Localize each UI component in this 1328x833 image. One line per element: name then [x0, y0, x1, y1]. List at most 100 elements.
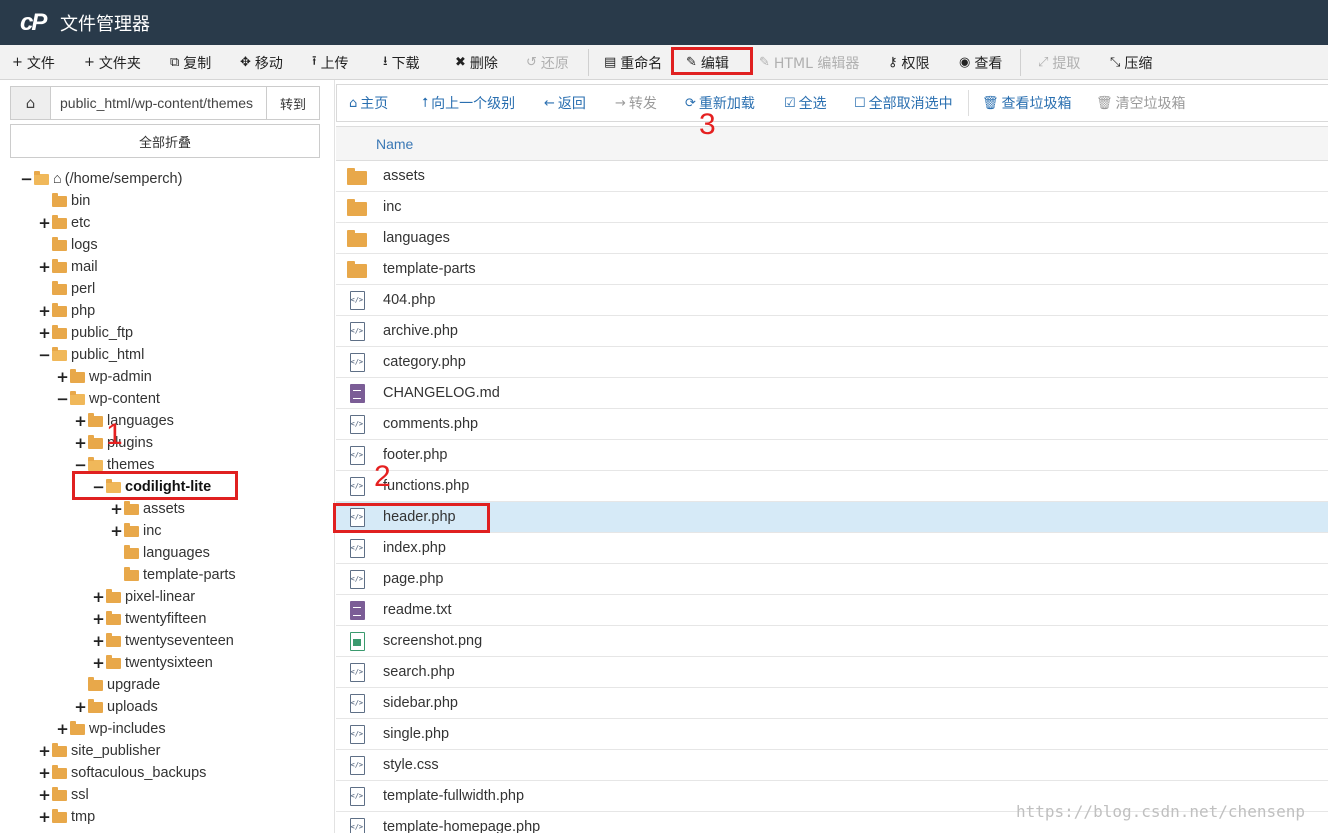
expand-toggle-icon[interactable]: +	[110, 522, 123, 540]
file-row[interactable]: CHANGELOG.md	[336, 378, 1328, 409]
forward-button[interactable]: → 转发	[615, 85, 657, 121]
collapse-toggle-icon[interactable]: −	[92, 478, 105, 496]
file-row[interactable]: screenshot.png	[336, 626, 1328, 657]
go-button[interactable]: 转到	[266, 87, 319, 119]
tree-node-assets[interactable]: + assets	[110, 498, 185, 520]
pane-splitter[interactable]	[334, 80, 335, 833]
edit-button[interactable]: ✎ 编辑	[686, 45, 729, 80]
delete-button[interactable]: ✖ 删除	[455, 45, 498, 80]
compress-button[interactable]: ⤡ 压缩	[1110, 45, 1152, 80]
tree-node-template-parts[interactable]: template-parts	[110, 564, 236, 586]
expand-toggle-icon[interactable]: +	[38, 214, 51, 232]
expand-toggle-icon[interactable]: +	[74, 698, 87, 716]
download-button[interactable]: ⭳ 下载	[383, 45, 420, 80]
name-column-header[interactable]: Name	[336, 126, 1328, 161]
tree-node-public-html[interactable]: − public_html	[38, 344, 144, 366]
select-all-button[interactable]: ☑ 全选	[784, 85, 827, 121]
tree-node-wp-includes[interactable]: + wp-includes	[56, 718, 165, 740]
tree-node-inc[interactable]: + inc	[110, 520, 161, 542]
new-file-button[interactable]: + 文件	[12, 45, 55, 80]
file-row-selected[interactable]: header.php	[336, 502, 1328, 533]
tree-node-site-publisher[interactable]: + site_publisher	[38, 740, 160, 762]
file-row[interactable]: languages	[336, 223, 1328, 254]
restore-button[interactable]: ↺ 还原	[526, 45, 569, 80]
home-directory-button[interactable]: ⌂	[11, 87, 51, 119]
file-row[interactable]: style.css	[336, 750, 1328, 781]
file-row[interactable]: search.php	[336, 657, 1328, 688]
tree-node-languages[interactable]: + languages	[74, 410, 174, 432]
file-row[interactable]: sidebar.php	[336, 688, 1328, 719]
tree-node-theme-languages[interactable]: languages	[110, 542, 210, 564]
empty-trash-button[interactable]: 🗑 清空垃圾箱	[1096, 85, 1186, 121]
file-row[interactable]: category.php	[336, 347, 1328, 378]
file-row[interactable]: footer.php	[336, 440, 1328, 471]
file-row[interactable]: 404.php	[336, 285, 1328, 316]
up-one-level-button[interactable]: ⭡ 向上一个级别	[422, 85, 515, 121]
collapse-toggle-icon[interactable]: −	[20, 170, 33, 188]
tree-node-bin[interactable]: bin	[38, 190, 90, 212]
tree-node-logs[interactable]: logs	[38, 234, 98, 256]
tree-node-wp-content[interactable]: − wp-content	[56, 388, 160, 410]
tree-node-ssl[interactable]: + ssl	[38, 784, 89, 806]
expand-toggle-icon[interactable]: +	[110, 500, 123, 518]
expand-toggle-icon[interactable]: +	[38, 742, 51, 760]
move-button[interactable]: ✥ 移动	[240, 45, 283, 80]
extract-button[interactable]: ⤢ 提取	[1038, 45, 1080, 80]
upload-button[interactable]: ⭱ 上传	[312, 45, 349, 80]
tree-node-wp-admin[interactable]: + wp-admin	[56, 366, 152, 388]
new-folder-button[interactable]: + 文件夹	[84, 45, 141, 80]
collapse-toggle-icon[interactable]: −	[38, 346, 51, 364]
expand-toggle-icon[interactable]: +	[38, 302, 51, 320]
copy-button[interactable]: ⧉ 复制	[170, 45, 211, 80]
expand-toggle-icon[interactable]: +	[92, 588, 105, 606]
expand-toggle-icon[interactable]: +	[38, 258, 51, 276]
expand-toggle-icon[interactable]: +	[92, 632, 105, 650]
expand-toggle-icon[interactable]: +	[56, 368, 69, 386]
html-editor-button[interactable]: ✎ HTML 编辑器	[759, 45, 859, 80]
file-row[interactable]: readme.txt	[336, 595, 1328, 626]
expand-toggle-icon[interactable]: +	[38, 808, 51, 826]
tree-node-softaculous-backups[interactable]: + softaculous_backups	[38, 762, 206, 784]
tree-node-upgrade[interactable]: upgrade	[74, 674, 160, 696]
tree-node-twentysixteen[interactable]: + twentysixteen	[92, 652, 213, 674]
tree-node-themes[interactable]: − themes	[74, 454, 154, 476]
file-row[interactable]: archive.php	[336, 316, 1328, 347]
rename-button[interactable]: ▤ 重命名	[604, 45, 662, 80]
file-row[interactable]: assets	[336, 161, 1328, 192]
view-button[interactable]: ◉ 查看	[959, 45, 1002, 80]
tree-node-tmp[interactable]: + tmp	[38, 806, 95, 828]
tree-node-perl[interactable]: perl	[38, 278, 95, 300]
file-row[interactable]: inc	[336, 192, 1328, 223]
tree-node-twentyseventeen[interactable]: + twentyseventeen	[92, 630, 234, 652]
deselect-all-button[interactable]: ☐ 全部取消选中	[854, 85, 953, 121]
expand-toggle-icon[interactable]: +	[38, 324, 51, 342]
tree-node-public-ftp[interactable]: + public_ftp	[38, 322, 133, 344]
expand-toggle-icon[interactable]: +	[38, 786, 51, 804]
tree-node-codilight-lite[interactable]: − codilight-lite	[92, 476, 211, 498]
tree-node-php[interactable]: + php	[38, 300, 95, 322]
expand-toggle-icon[interactable]: +	[74, 434, 87, 452]
expand-toggle-icon[interactable]: +	[92, 610, 105, 628]
tree-node-pixel-linear[interactable]: + pixel-linear	[92, 586, 195, 608]
path-input[interactable]	[51, 87, 266, 119]
expand-toggle-icon[interactable]: +	[56, 720, 69, 738]
file-row[interactable]: page.php	[336, 564, 1328, 595]
reload-button[interactable]: ⟳ 重新加载	[685, 85, 755, 121]
collapse-toggle-icon[interactable]: −	[56, 390, 69, 408]
file-row[interactable]: single.php	[336, 719, 1328, 750]
tree-node-home[interactable]: − ⌂ (/home/semperch)	[20, 168, 182, 190]
file-row[interactable]: template-parts	[336, 254, 1328, 285]
tree-node-etc[interactable]: + etc	[38, 212, 90, 234]
collapse-all-button[interactable]: 全部折叠	[10, 124, 320, 158]
back-button[interactable]: ← 返回	[544, 85, 586, 121]
file-row[interactable]: functions.php	[336, 471, 1328, 502]
tree-node-uploads[interactable]: + uploads	[74, 696, 158, 718]
tree-node-mail[interactable]: + mail	[38, 256, 97, 278]
permissions-button[interactable]: ⚷ 权限	[888, 45, 930, 80]
expand-toggle-icon[interactable]: +	[38, 764, 51, 782]
expand-toggle-icon[interactable]: +	[92, 654, 105, 672]
collapse-toggle-icon[interactable]: −	[74, 456, 87, 474]
expand-toggle-icon[interactable]: +	[74, 412, 87, 430]
file-row[interactable]: comments.php	[336, 409, 1328, 440]
home-button[interactable]: ⌂ 主页	[349, 85, 388, 121]
